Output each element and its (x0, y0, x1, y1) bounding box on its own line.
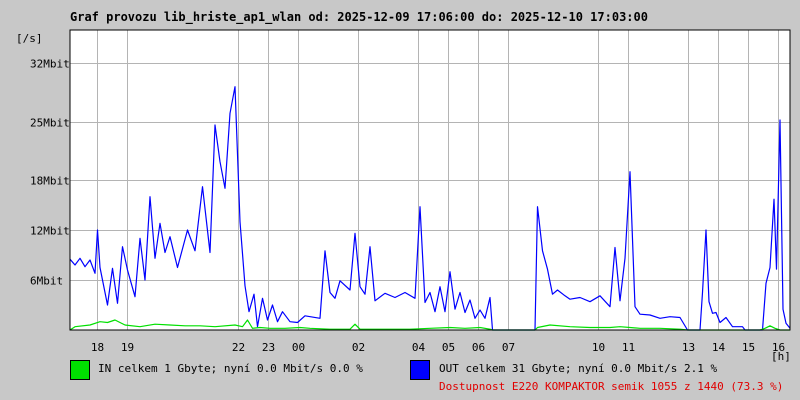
chart-title: Graf provozu lib_hriste_ap1_wlan od: 202… (70, 10, 648, 24)
x-tick-label: 05 (442, 341, 455, 354)
y-tick-label: 32Mbit (30, 58, 70, 71)
y-unit-label: [/s] (16, 32, 43, 45)
y-tick-label: 6Mbit (30, 275, 63, 288)
availability-note: Dostupnost E220 KOMPAKTOR semik 1055 z 1… (439, 380, 784, 393)
x-unit-label: [h] (771, 350, 791, 363)
x-tick-label: 15 (742, 341, 755, 354)
traffic-chart: 6Mbit 12Mbit 18Mbit 25Mbit 32Mbit 18 19 22 23 00… (30, 29, 791, 354)
x-tick-label: 02 (352, 341, 365, 354)
x-tick-label: 22 (232, 341, 245, 354)
x-tick-label: 00 (292, 341, 305, 354)
legend-out-text: OUT celkem 31 Gbyte; nyní 0.0 Mbit/s 2.1… (439, 362, 718, 375)
x-tick-label: 06 (472, 341, 485, 354)
x-tick-label: 14 (712, 341, 726, 354)
x-tick-label: 07 (502, 341, 515, 354)
x-tick-label: 23 (262, 341, 275, 354)
y-tick-labels: 6Mbit 12Mbit 18Mbit 25Mbit 32Mbit (30, 58, 70, 288)
y-tick-label: 12Mbit (30, 225, 70, 238)
x-tick-label: 04 (412, 341, 426, 354)
x-tick-label: 10 (592, 341, 605, 354)
y-tick-label: 18Mbit (30, 175, 70, 188)
y-tick-label: 25Mbit (30, 117, 70, 130)
x-tick-label: 11 (622, 341, 635, 354)
chart-stage: 6Mbit 12Mbit 18Mbit 25Mbit 32Mbit 18 19 22 23 00… (0, 0, 800, 400)
legend-in-swatch (70, 360, 90, 380)
x-tick-label: 13 (682, 341, 695, 354)
legend-in-text: IN celkem 1 Gbyte; nyní 0.0 Mbit/s 0.0 % (98, 362, 363, 375)
legend-out-swatch (410, 360, 430, 380)
x-tick-label: 19 (121, 341, 134, 354)
x-tick-labels: 18 19 22 23 00 02 04 05 06 07 10 11 13 14 15 16 (91, 341, 785, 354)
x-tick-label: 18 (91, 341, 104, 354)
